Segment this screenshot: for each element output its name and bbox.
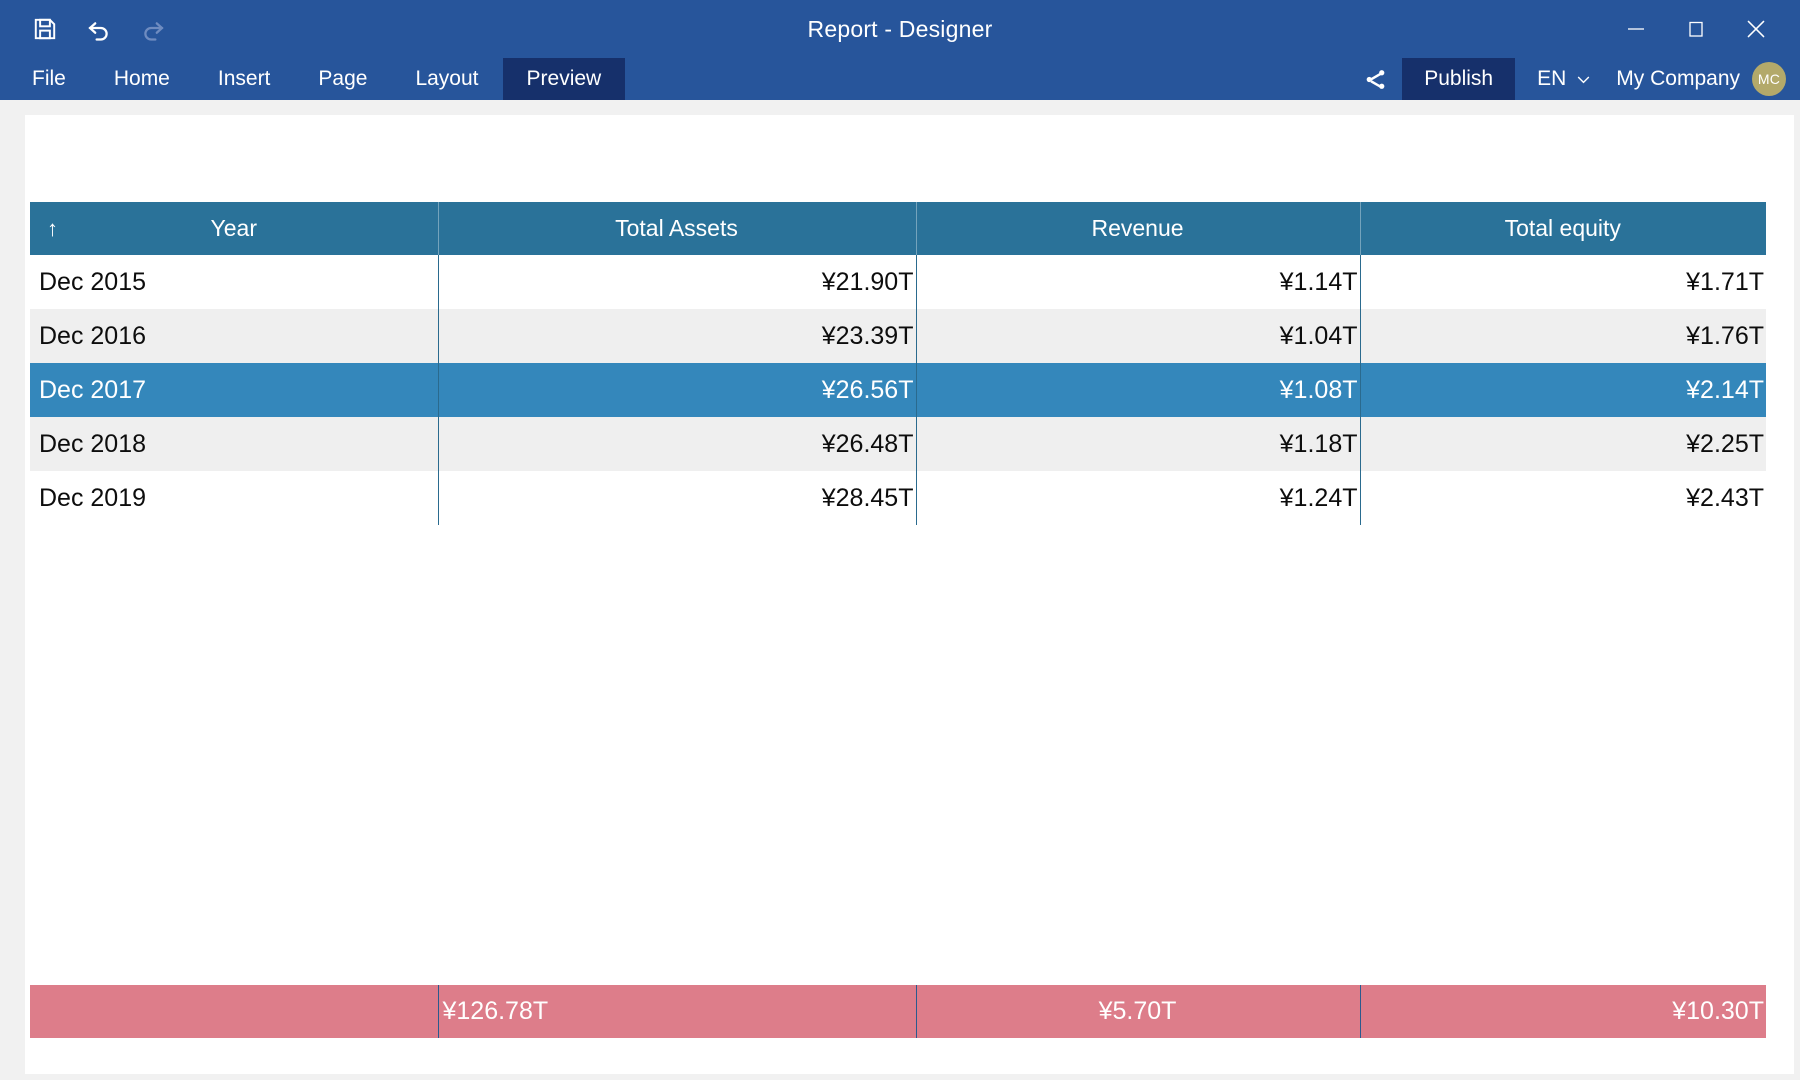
account-name: My Company xyxy=(1616,67,1740,90)
table-row[interactable]: Dec 2018 ¥26.48T ¥1.18T ¥2.25T xyxy=(30,417,1766,471)
menu-actions: Publish EN My Company MC xyxy=(1348,58,1800,100)
cell-year: Dec 2018 xyxy=(39,429,147,458)
menu-item-page[interactable]: Page xyxy=(294,58,391,100)
menu-item-file[interactable]: File xyxy=(8,58,90,100)
minimize-button[interactable] xyxy=(1606,3,1666,55)
cell-total-equity: ¥1.71T xyxy=(1359,255,1767,309)
column-header-year-label: Year xyxy=(210,215,257,241)
table-row[interactable]: Dec 2019 ¥28.45T ¥1.24T ¥2.43T xyxy=(30,471,1766,525)
menu-item-preview[interactable]: Preview xyxy=(502,58,626,100)
cell-total-assets: ¥26.48T xyxy=(437,417,916,471)
workspace: ↑ Year Total Assets Revenue Total equity xyxy=(0,100,1800,1080)
cell-total-assets: ¥26.56T xyxy=(437,363,916,417)
cell-revenue: ¥1.14T xyxy=(915,255,1360,309)
column-header-revenue[interactable]: Revenue xyxy=(915,202,1360,255)
menu-item-insert-label: Insert xyxy=(217,67,271,90)
chevron-down-icon xyxy=(1575,71,1592,88)
footer-cell-total-assets: ¥126.78T xyxy=(437,985,916,1038)
menu-item-file-label: File xyxy=(32,67,66,90)
menu-bar: File Home Insert Page Layout Preview Pub… xyxy=(0,58,1800,100)
menu-item-insert[interactable]: Insert xyxy=(194,58,295,100)
table-row[interactable]: Dec 2016 ¥23.39T ¥1.04T ¥1.76T xyxy=(30,309,1766,363)
menu-tabs: File Home Insert Page Layout Preview xyxy=(0,58,626,100)
column-header-total-assets-label: Total Assets xyxy=(615,215,738,241)
menu-item-preview-label: Preview xyxy=(526,67,602,90)
cell-total-equity: ¥1.76T xyxy=(1359,309,1767,363)
footer-cell-year xyxy=(30,985,438,1038)
menu-item-home[interactable]: Home xyxy=(90,58,194,100)
menu-item-page-label: Page xyxy=(318,67,368,90)
cell-total-equity: ¥2.25T xyxy=(1359,417,1767,471)
table-row[interactable]: Dec 2015 ¥21.90T ¥1.14T ¥1.71T xyxy=(30,255,1766,309)
cell-year: Dec 2019 xyxy=(39,483,147,512)
publish-button-label: Publish xyxy=(1424,67,1494,90)
avatar: MC xyxy=(1752,62,1786,96)
cell-year: Dec 2016 xyxy=(39,321,147,350)
publish-button[interactable]: Publish xyxy=(1402,58,1516,100)
column-header-total-equity-label: Total equity xyxy=(1504,215,1621,241)
cell-total-assets: ¥28.45T xyxy=(437,471,916,525)
footer-cell-total-equity: ¥10.30T xyxy=(1359,985,1767,1038)
cell-revenue: ¥1.18T xyxy=(915,417,1360,471)
column-header-revenue-label: Revenue xyxy=(1091,215,1184,241)
menu-item-layout[interactable]: Layout xyxy=(391,58,502,100)
column-header-year[interactable]: ↑ Year xyxy=(30,202,438,255)
share-button[interactable] xyxy=(1348,58,1402,100)
menu-item-layout-label: Layout xyxy=(415,67,479,90)
cell-total-equity: ¥2.14T xyxy=(1359,363,1767,417)
report-page: ↑ Year Total Assets Revenue Total equity xyxy=(25,115,1794,1074)
account-menu[interactable]: My Company MC xyxy=(1608,58,1786,100)
window-title: Report - Designer xyxy=(807,16,993,42)
footer-cell-revenue: ¥5.70T xyxy=(915,985,1360,1038)
cell-year: Dec 2017 xyxy=(39,375,147,404)
close-button[interactable] xyxy=(1726,3,1786,55)
language-selector-label: EN xyxy=(1537,67,1567,90)
title-bar: Report - Designer xyxy=(0,0,1800,58)
maximize-button[interactable] xyxy=(1666,3,1726,55)
share-icon xyxy=(1363,67,1388,92)
cell-total-assets: ¥23.39T xyxy=(437,309,916,363)
table-row-selected[interactable]: Dec 2017 ¥26.56T ¥1.08T ¥2.14T xyxy=(30,363,1766,417)
report-table: ↑ Year Total Assets Revenue Total equity xyxy=(30,115,1766,1074)
cell-year: Dec 2015 xyxy=(39,267,147,296)
column-header-total-equity[interactable]: Total equity xyxy=(1359,202,1767,255)
window-controls xyxy=(1606,0,1786,58)
table-footer-total-row: ¥126.78T ¥5.70T ¥10.30T xyxy=(30,985,1766,1038)
cell-revenue: ¥1.24T xyxy=(915,471,1360,525)
cell-revenue: ¥1.04T xyxy=(915,309,1360,363)
cell-total-assets: ¥21.90T xyxy=(437,255,916,309)
cell-revenue: ¥1.08T xyxy=(915,363,1360,417)
cell-total-equity: ¥2.43T xyxy=(1359,471,1767,525)
column-header-total-assets[interactable]: Total Assets xyxy=(437,202,916,255)
table-header-row: ↑ Year Total Assets Revenue Total equity xyxy=(30,202,1766,255)
menu-item-home-label: Home xyxy=(113,67,170,90)
designer-window: Report - Designer File Home Insert Page … xyxy=(0,0,1800,1080)
sort-ascending-icon[interactable]: ↑ xyxy=(47,217,58,240)
language-selector[interactable]: EN xyxy=(1515,58,1608,100)
